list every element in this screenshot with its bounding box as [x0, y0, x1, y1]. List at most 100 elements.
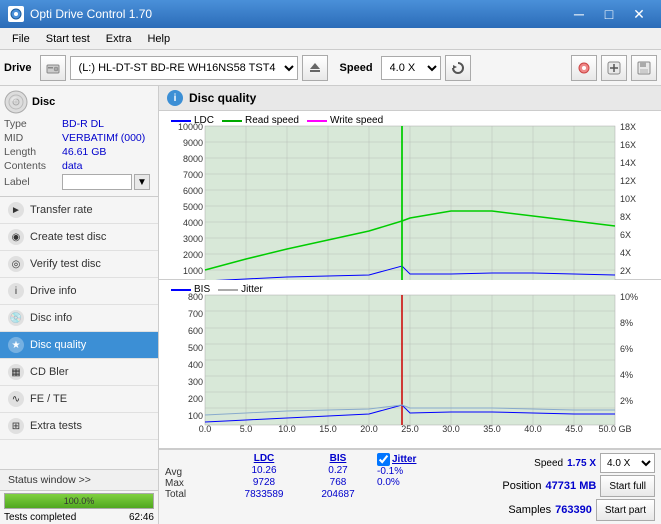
svg-text:16X: 16X: [620, 140, 636, 150]
stats-bar: Avg Max Total LDC 10.26 9728 7833589 BIS…: [159, 449, 661, 524]
svg-text:4%: 4%: [620, 370, 633, 380]
samples-row: Samples 763390 Start part: [508, 499, 655, 521]
svg-text:300: 300: [188, 377, 203, 387]
disc-label-input[interactable]: [62, 174, 132, 190]
svg-text:9000: 9000: [183, 138, 203, 148]
menu-help[interactable]: Help: [139, 31, 178, 47]
disc-type-value: BD-R DL: [62, 118, 104, 130]
legend-read-speed-label: Read speed: [245, 115, 299, 126]
cd-bler-icon: ▦: [8, 364, 24, 380]
sidebar-item-fe-te[interactable]: ∿ FE / TE: [0, 386, 158, 413]
maximize-button[interactable]: □: [595, 3, 623, 25]
disc-type-label: Type: [4, 118, 62, 130]
disc-quality-header-icon: i: [167, 90, 183, 106]
sidebar-item-label-verify-test-disc: Verify test disc: [30, 258, 101, 270]
title-bar-left: Opti Drive Control 1.70: [8, 6, 152, 22]
close-button[interactable]: ✕: [625, 3, 653, 25]
legend-bis-label: BIS: [194, 284, 210, 295]
settings-button2[interactable]: [601, 55, 627, 81]
disc-header: Disc: [4, 90, 154, 114]
bis-avg: 0.27: [303, 465, 373, 476]
sidebar-item-extra-tests[interactable]: ⊞ Extra tests: [0, 413, 158, 440]
ldc-total: 7833589: [229, 489, 299, 500]
disc-label-button[interactable]: ▼: [134, 174, 150, 190]
minimize-button[interactable]: ─: [565, 3, 593, 25]
speed-select-toolbar[interactable]: 4.0 X: [381, 56, 441, 80]
app-title: Opti Drive Control 1.70: [30, 7, 152, 21]
title-bar-controls: ─ □ ✕: [565, 3, 653, 25]
sidebar-item-transfer-rate[interactable]: ► Transfer rate: [0, 197, 158, 224]
disc-contents-label: Contents: [4, 160, 62, 172]
avg-label: Avg: [165, 467, 225, 478]
svg-text:30.0: 30.0: [442, 424, 460, 434]
progress-bar: 100.0%: [4, 493, 154, 509]
svg-text:500: 500: [188, 343, 203, 353]
svg-text:15.0: 15.0: [319, 424, 337, 434]
speed-select-stats[interactable]: 4.0 X: [600, 453, 655, 473]
ldc-header: LDC: [229, 453, 299, 464]
disc-label-row: Label ▼: [4, 174, 154, 190]
app-icon: [8, 6, 24, 22]
sidebar: Disc Type BD-R DL MID VERBATIMf (000) Le…: [0, 86, 159, 524]
drive-icon-button[interactable]: [40, 55, 66, 81]
sidebar-item-disc-info[interactable]: 💿 Disc info: [0, 305, 158, 332]
start-part-button[interactable]: Start part: [596, 499, 655, 521]
samples-label: Samples: [508, 504, 551, 516]
verify-test-disc-icon: ◎: [8, 256, 24, 272]
svg-text:100: 100: [188, 411, 203, 421]
legend-write-speed-label: Write speed: [330, 115, 383, 126]
jitter-max: 0.0%: [377, 477, 400, 488]
svg-text:700: 700: [188, 309, 203, 319]
start-full-button[interactable]: Start full: [600, 475, 655, 497]
jitter-checkbox-row: Jitter: [377, 453, 416, 466]
legend-ldc-label: LDC: [194, 115, 214, 126]
svg-text:6X: 6X: [620, 230, 631, 240]
total-label: Total: [165, 489, 225, 500]
position-row: Position 47731 MB Start full: [502, 475, 655, 497]
svg-text:25.0: 25.0: [401, 424, 419, 434]
sidebar-item-disc-quality[interactable]: ★ Disc quality: [0, 332, 158, 359]
eject-button[interactable]: [302, 55, 328, 81]
refresh-button[interactable]: [445, 55, 471, 81]
speed-label: Speed: [534, 458, 563, 469]
bis-total: 204687: [303, 489, 373, 500]
svg-text:200: 200: [188, 394, 203, 404]
bottom-chart-area: BIS Jitter: [159, 280, 661, 449]
disc-length-label: Length: [4, 146, 62, 158]
jitter-avg: -0.1%: [377, 466, 403, 477]
sidebar-item-cd-bler[interactable]: ▦ CD Bler: [0, 359, 158, 386]
menu-file[interactable]: File: [4, 31, 38, 47]
top-legend: LDC Read speed Write speed: [163, 113, 391, 128]
speed-row: Speed 1.75 X 4.0 X: [534, 453, 655, 473]
menu-extra[interactable]: Extra: [98, 31, 140, 47]
sidebar-item-verify-test-disc[interactable]: ◎ Verify test disc: [0, 251, 158, 278]
drive-select[interactable]: (L:) HL-DT-ST BD-RE WH16NS58 TST4: [70, 56, 298, 80]
svg-text:8X: 8X: [620, 212, 631, 222]
sidebar-item-label-disc-info: Disc info: [30, 312, 72, 324]
fe-te-icon: ∿: [8, 391, 24, 407]
samples-value: 763390: [555, 504, 592, 516]
status-bar: Status window >> 100.0% Tests completed …: [0, 469, 158, 524]
toolbar: Drive (L:) HL-DT-ST BD-RE WH16NS58 TST4 …: [0, 50, 661, 86]
settings-button1[interactable]: [571, 55, 597, 81]
save-button[interactable]: [631, 55, 657, 81]
disc-panel-title: Disc: [32, 96, 55, 108]
bis-header: BIS: [303, 453, 373, 464]
menu-bar: File Start test Extra Help: [0, 28, 661, 50]
transfer-rate-icon: ►: [8, 202, 24, 218]
svg-text:10%: 10%: [620, 292, 638, 302]
svg-text:50.0 GB: 50.0 GB: [598, 424, 631, 434]
sidebar-item-drive-info[interactable]: i Drive info: [0, 278, 158, 305]
stats-ldc-col: LDC 10.26 9728 7833589: [229, 453, 299, 500]
charts-container: LDC Read speed Write speed: [159, 111, 661, 524]
disc-info-icon: 💿: [8, 310, 24, 326]
svg-text:8000: 8000: [183, 154, 203, 164]
svg-text:10.0: 10.0: [278, 424, 296, 434]
menu-start-test[interactable]: Start test: [38, 31, 98, 47]
svg-text:40.0: 40.0: [524, 424, 542, 434]
progress-bar-inner: 100.0%: [5, 494, 153, 508]
jitter-checkbox[interactable]: [377, 453, 390, 466]
ldc-max: 9728: [229, 477, 299, 488]
status-window-button[interactable]: Status window >>: [0, 470, 158, 491]
sidebar-item-create-test-disc[interactable]: ◉ Create test disc: [0, 224, 158, 251]
